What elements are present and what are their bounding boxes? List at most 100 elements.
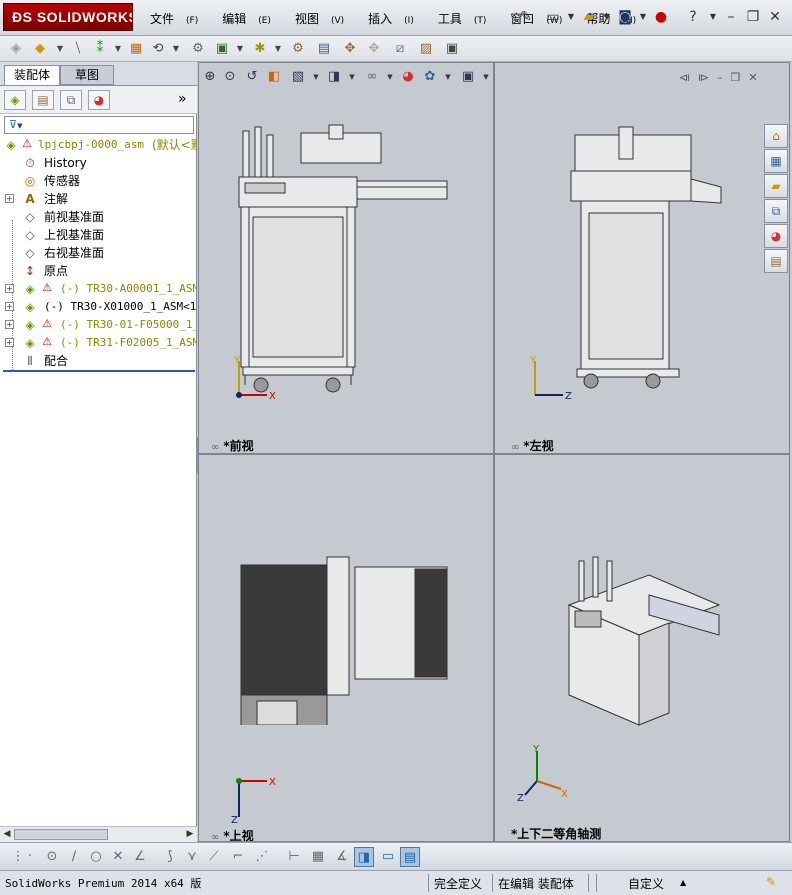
corner-rectangle-icon[interactable]: ⌐ xyxy=(228,847,248,867)
viewport-iso[interactable]: Y X Z *上下二等角轴测 xyxy=(494,454,790,842)
scroll-right-icon[interactable]: ▶ xyxy=(184,828,196,841)
construction-geometry-icon[interactable]: ⋰ xyxy=(252,847,272,867)
bill-of-materials-icon[interactable]: ▤ xyxy=(314,39,334,59)
viewport-front[interactable]: ⊕ ⊙ ↺ ◧ ▧ ▼ ◨ ▼ ∞ ▼ ◕ ✿ ▼ ▣ ▼ Y X ∞ *前视 xyxy=(198,62,494,454)
property-manager-icon[interactable]: ▤ xyxy=(32,90,54,110)
tree-item-annotations[interactable]: + A 注解 xyxy=(0,190,197,208)
custom-properties-icon[interactable]: ▤ xyxy=(764,249,788,273)
new-document-icon[interactable]: ▭ xyxy=(544,8,562,26)
shaded-display-icon[interactable]: ◨ xyxy=(354,847,374,867)
configuration-manager-icon[interactable]: ⧉ xyxy=(60,90,82,110)
help-dropdown-icon[interactable]: ▼ xyxy=(704,8,722,26)
link-views-icon[interactable]: ⧏ xyxy=(679,71,690,84)
tree-item-component[interactable]: + ◈ ⚠ (-) TR30-01-F05000_1_AS xyxy=(0,316,197,334)
tree-item-origin[interactable]: ↕ 原点 xyxy=(0,262,197,280)
new-part-dropdown-icon[interactable]: ▼ xyxy=(50,39,70,59)
view-settings-icon[interactable]: ▣ xyxy=(459,68,477,86)
four-view-icon[interactable]: ▤ xyxy=(400,847,420,867)
save-dropdown-icon[interactable]: ▼ xyxy=(634,8,652,26)
tree-item-component[interactable]: + ◈ ⚠ (-) TR30-A00001_1_ASM<1 xyxy=(0,280,197,298)
open-dropdown-icon[interactable]: ▼ xyxy=(598,8,616,26)
new-dropdown-icon[interactable]: ▼ xyxy=(562,8,580,26)
menu-file[interactable]: 文件 (F) xyxy=(150,10,210,27)
centerpoint-arc-icon[interactable]: ⊙ xyxy=(42,847,62,867)
tree-item-history[interactable]: ⏱ History xyxy=(0,154,197,172)
pin-icon[interactable]: ✎ xyxy=(517,8,535,26)
hide-show-icon[interactable]: ∞ xyxy=(363,68,381,86)
tab-sketch[interactable]: 草图 xyxy=(60,65,114,85)
menu-insert[interactable]: 插入 (I) xyxy=(368,10,426,27)
hide-dropdown-icon[interactable]: ▼ xyxy=(381,68,399,86)
expand-icon[interactable]: + xyxy=(5,338,14,347)
grid-icon[interactable]: ▦ xyxy=(308,847,328,867)
explode-line-sketch-icon[interactable]: ✥ xyxy=(364,39,384,59)
line-icon[interactable]: ∕ xyxy=(64,847,84,867)
scene-dropdown-icon[interactable]: ▼ xyxy=(439,68,457,86)
viewport-top[interactable]: X Z ∞ *上视 xyxy=(198,454,494,842)
tree-root[interactable]: ◈ ⚠ lpjcbpj-0000_asm (默认<默 xyxy=(0,136,197,154)
appearances-icon[interactable]: ◕ xyxy=(764,224,788,248)
new-part-icon[interactable]: ◆ xyxy=(30,39,50,59)
linear-pattern-icon[interactable]: ⁑ xyxy=(90,39,110,59)
design-library-icon[interactable]: ▦ xyxy=(764,149,788,173)
reference-dropdown-icon[interactable]: ▼ xyxy=(268,39,288,59)
tree-item-component[interactable]: + ◈ (-) TR30-X01000_1_ASM<1> xyxy=(0,298,197,316)
tab-assembly[interactable]: 装配体 xyxy=(4,65,60,85)
convert-entities-icon[interactable]: ⋎ xyxy=(182,847,202,867)
units-caret-icon[interactable]: ▲ xyxy=(680,878,686,887)
graphics-area[interactable]: ⊕ ⊙ ↺ ◧ ▧ ▼ ◨ ▼ ∞ ▼ ◕ ✿ ▼ ▣ ▼ Y X ∞ *前视 … xyxy=(198,62,792,842)
expand-icon[interactable]: + xyxy=(5,302,14,311)
horizontal-scrollbar[interactable]: ◀ ▶ xyxy=(0,826,197,842)
view-orientation-icon[interactable]: ▧ xyxy=(289,68,307,86)
viewport-left[interactable]: ⧏ ⧐ – ❐ ✕ Y Z ∞ *左视 xyxy=(494,62,790,454)
expand-panel-icon[interactable]: » xyxy=(178,91,187,107)
tree-item-right-plane[interactable]: ◇ 右视基准面 xyxy=(0,244,197,262)
tree-item-component[interactable]: + ◈ ⚠ (-) TR31-F02005_1_ASM<1 xyxy=(0,334,197,352)
smart-dimension-icon[interactable]: ⊢ xyxy=(284,847,304,867)
viewport-restore-icon[interactable]: ❐ xyxy=(731,71,741,84)
orientation-dropdown-icon[interactable]: ▼ xyxy=(307,68,325,86)
menu-view[interactable]: 视图 (V) xyxy=(295,10,356,27)
pattern-dropdown-icon[interactable]: ▼ xyxy=(108,39,128,59)
rebuild-icon[interactable]: ● xyxy=(652,8,670,26)
solidworks-logo[interactable]: ƉS SOLIDWORKS xyxy=(3,3,133,31)
features-dropdown-icon[interactable]: ▼ xyxy=(230,39,250,59)
exploded-view-icon[interactable]: ✥ xyxy=(340,39,360,59)
edit-appearance-icon[interactable]: ◕ xyxy=(399,68,417,86)
section-view-icon[interactable]: ◧ xyxy=(265,68,283,86)
view-palette-icon[interactable]: ⧉ xyxy=(764,199,788,223)
menu-edit[interactable]: 编辑 (E) xyxy=(222,10,283,27)
smart-fasteners-icon[interactable]: ▦ xyxy=(126,39,146,59)
offset-icon[interactable]: ⟆ xyxy=(160,847,180,867)
display-dropdown-icon[interactable]: ▼ xyxy=(343,68,361,86)
mate-icon[interactable]: ⧹ xyxy=(68,39,88,59)
scroll-left-icon[interactable]: ◀ xyxy=(1,828,13,841)
show-hidden-icon[interactable]: ⚙ xyxy=(188,39,208,59)
expand-icon[interactable]: + xyxy=(5,194,14,203)
viewport-close-icon[interactable]: ✕ xyxy=(748,71,757,84)
help-icon[interactable]: ? xyxy=(684,8,702,26)
expand-icon[interactable]: + xyxy=(5,284,14,293)
settings-dropdown-icon[interactable]: ▼ xyxy=(477,68,493,86)
open-folder-icon[interactable]: ▰ xyxy=(580,8,598,26)
tree-item-sensors[interactable]: ◎ 传感器 xyxy=(0,172,197,190)
previous-view-icon[interactable]: ↺ xyxy=(243,68,261,86)
tree-item-mates[interactable]: ⫴ 配合 xyxy=(0,352,197,370)
scroll-thumb[interactable] xyxy=(14,829,108,840)
angle-icon[interactable]: ∠ xyxy=(130,847,150,867)
save-icon[interactable]: ◙ xyxy=(616,8,634,26)
display-manager-icon[interactable]: ◕ xyxy=(88,90,110,110)
mirror-icon[interactable]: ⟋ xyxy=(204,847,224,867)
close-icon[interactable]: ✕ xyxy=(766,8,784,26)
new-motion-study-icon[interactable]: ⚙ xyxy=(288,39,308,59)
zoom-area-icon[interactable]: ⊙ xyxy=(221,68,239,86)
rebuild-status-icon[interactable]: ✎ xyxy=(766,875,776,889)
circle-icon[interactable]: ○ xyxy=(86,847,106,867)
relations-icon[interactable]: ∡ xyxy=(332,847,352,867)
tree-filter[interactable]: ⊽▼ xyxy=(4,116,194,134)
interference-detection-icon[interactable]: ⧄ xyxy=(390,39,410,59)
feature-manager-icon[interactable]: ◈ xyxy=(4,90,26,110)
menu-tools[interactable]: 工具 (T) xyxy=(438,10,499,27)
speedpak-icon[interactable]: ▣ xyxy=(442,39,462,59)
zoom-to-fit-icon[interactable]: ⊕ xyxy=(201,68,219,86)
